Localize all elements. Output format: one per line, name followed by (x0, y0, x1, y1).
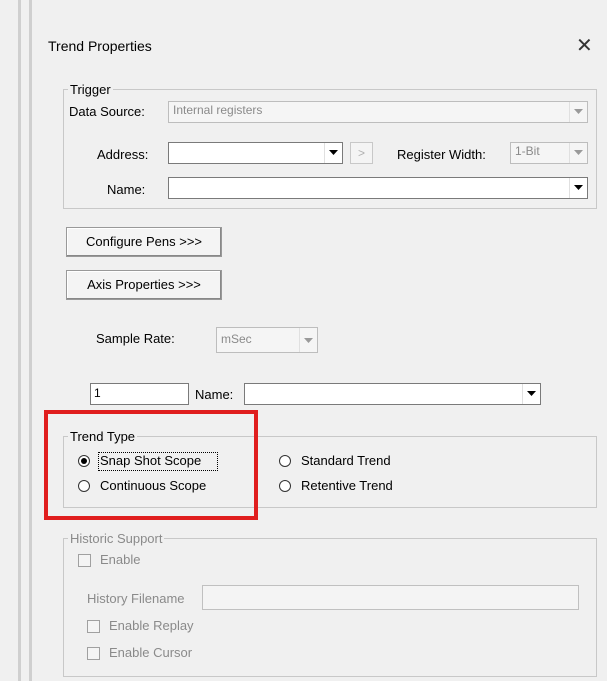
pen-name-dropdown[interactable] (244, 383, 541, 405)
data-source-dropdown[interactable]: Internal registers (168, 101, 588, 123)
sample-rate-value: mSec (221, 332, 252, 346)
sample-rate-label: Sample Rate: (96, 331, 175, 346)
sample-rate-dropdown[interactable]: mSec (216, 327, 318, 353)
retentive-trend-label[interactable]: Retentive Trend (301, 478, 393, 493)
history-filename-label: History Filename (87, 591, 185, 606)
address-next-button[interactable]: > (350, 142, 373, 164)
register-width-label: Register Width: (397, 147, 486, 162)
chevron-down-icon (299, 328, 317, 352)
name-dropdown[interactable] (168, 177, 588, 199)
axis-properties-button[interactable]: Axis Properties >>> (66, 270, 222, 300)
pen-number-input[interactable]: 1 (90, 383, 189, 405)
data-source-value: Internal registers (173, 103, 263, 117)
pen-name-label: Name: (195, 387, 234, 402)
chevron-down-icon (522, 384, 540, 404)
chevron-down-icon (569, 178, 587, 198)
historic-support-legend: Historic Support (70, 531, 163, 546)
dialog-title: Trend Properties (48, 38, 152, 54)
name-label: Name: (107, 182, 146, 197)
background-window-edge (18, 0, 21, 681)
standard-trend-label[interactable]: Standard Trend (301, 453, 391, 468)
register-width-value: 1-Bit (515, 144, 540, 158)
chevron-down-icon (324, 143, 342, 163)
history-filename-input[interactable] (202, 585, 579, 610)
address-label: Address: (97, 147, 149, 162)
enable-cursor-label: Enable Cursor (109, 645, 193, 660)
trigger-legend: Trigger (70, 82, 111, 97)
retentive-trend-radio[interactable] (279, 480, 291, 492)
chevron-down-icon (569, 143, 587, 163)
register-width-dropdown[interactable]: 1-Bit (510, 142, 588, 164)
enable-checkbox[interactable] (78, 554, 91, 567)
enable-cursor-checkbox[interactable] (87, 647, 100, 660)
highlight-box (44, 410, 258, 520)
enable-replay-label: Enable Replay (109, 618, 194, 633)
chevron-down-icon (569, 102, 587, 122)
enable-replay-checkbox[interactable] (87, 620, 100, 633)
background-window-edge (29, 0, 32, 681)
enable-label: Enable (100, 552, 141, 567)
standard-trend-radio[interactable] (279, 455, 291, 467)
address-dropdown[interactable] (168, 142, 343, 164)
close-icon[interactable]: ✕ (576, 33, 593, 58)
configure-pens-button[interactable]: Configure Pens >>> (66, 227, 222, 257)
data-source-label: Data Source: (69, 104, 145, 119)
